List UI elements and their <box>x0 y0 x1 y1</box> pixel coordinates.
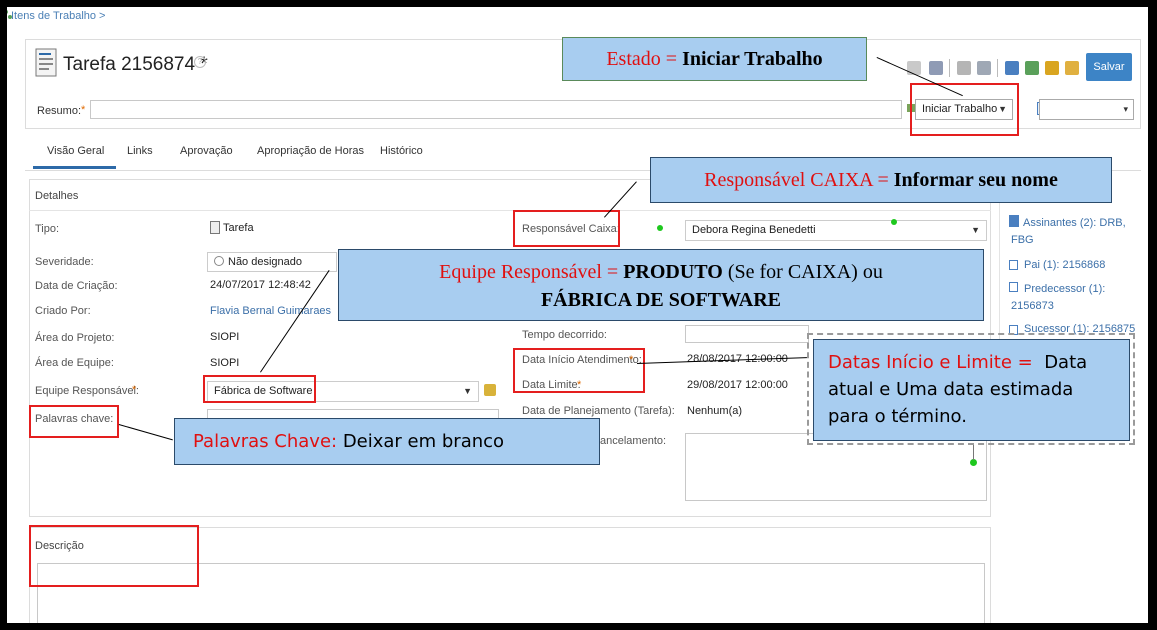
planejamento-value[interactable]: Nenhum(a) <box>687 405 742 417</box>
callout-resp-red: Responsável CAIXA = <box>704 169 894 191</box>
summary-label: Resumo: <box>37 105 82 117</box>
responsavel-value: Debora Regina Benedetti <box>692 224 816 236</box>
area-projeto-value: SIOPI <box>210 331 240 343</box>
callout-datas-handle-line <box>973 445 974 460</box>
parent-icon <box>1009 260 1018 270</box>
toolbar <box>907 59 1079 77</box>
assinantes-link[interactable]: Assinantes (2): DRB, FBG <box>1011 215 1135 249</box>
severidade-value: Não designado <box>228 256 303 268</box>
limite-value[interactable]: 29/08/2017 12:00:00 <box>687 379 788 391</box>
tipo-label: Tipo: <box>35 223 60 235</box>
area-projeto-label: Área do Projeto: <box>35 332 115 344</box>
breadcrumb[interactable]: Itens de Trabalho > <box>11 10 105 22</box>
callout-equipe-bold1: PRODUTO <box>623 261 723 283</box>
task-icon <box>35 48 57 77</box>
callout-responsavel-handle-2 <box>657 225 663 231</box>
callout-responsavel: Responsável CAIXA = Informar seu nome <box>650 157 1112 203</box>
data-criacao-value: 24/07/2017 12:48:42 <box>210 279 311 291</box>
severidade-select[interactable]: Não designado <box>207 252 337 272</box>
callout-palavras-normal: Deixar em branco <box>337 431 505 452</box>
callout-datas-line1: Datas Início e Limite = Data <box>828 349 1129 376</box>
criado-por-label: Criado Por: <box>35 305 91 317</box>
pai-link[interactable]: Pai (1): 2156868 <box>1024 259 1105 271</box>
callout-palavras: Palavras Chave: Deixar em branco <box>174 418 600 465</box>
callout-equipe-line2: FÁBRICA DE SOFTWARE <box>339 286 983 314</box>
screenshot-frame: Itens de Trabalho > Tarefa 2156874 * ? S… <box>7 7 1148 623</box>
tab-links[interactable]: Links <box>127 145 153 157</box>
equipe-label: Equipe Responsável: <box>35 385 139 397</box>
tempo-label: Tempo decorrido: <box>522 329 607 341</box>
callout-datas: Datas Início e Limite = Data atual e Uma… <box>813 339 1130 441</box>
summary-input[interactable] <box>90 100 902 119</box>
highlight-state <box>910 83 1019 136</box>
tarefa-type-icon <box>210 221 220 234</box>
highlight-palavras <box>29 405 119 438</box>
callout-datas-red: Datas Início e Limite = <box>828 352 1033 373</box>
responsavel-select[interactable]: Debora Regina Benedetti ▼ <box>685 220 987 241</box>
callout-responsavel-handle <box>891 219 897 225</box>
highlight-datas <box>513 348 645 393</box>
attachment-icon[interactable] <box>1045 61 1059 75</box>
copy-icon[interactable] <box>957 61 971 75</box>
area-equipe-value: SIOPI <box>210 357 240 369</box>
predecessor-link[interactable]: Predecessor (1): 2156873 <box>1011 281 1135 315</box>
save-button[interactable]: Salvar <box>1086 53 1132 81</box>
severity-icon <box>214 256 224 266</box>
callout-equipe-normal: (Se for CAIXA) ou <box>722 261 883 283</box>
details-heading: Detalhes <box>35 190 79 202</box>
planejamento-label: Data de Planejamento (Tarefa): <box>522 405 675 417</box>
tab-aprovacao[interactable]: Aprovação <box>180 145 233 157</box>
toolbar-divider-2 <box>997 59 998 77</box>
equipe-required: * <box>132 384 137 396</box>
callout-resp-bold: Informar seu nome <box>893 169 1058 191</box>
highlight-descricao <box>29 525 199 587</box>
callout-equipe-red: Equipe Responsável = <box>439 261 624 283</box>
duplicate-icon[interactable] <box>977 61 991 75</box>
cancelamento-label: ancelamento: <box>600 435 667 447</box>
task-title: Tarefa 2156874 * <box>63 54 208 75</box>
toolbar-divider <box>949 59 950 77</box>
summary-required: * <box>81 104 86 116</box>
callout-estado-red: Estado = <box>606 48 683 70</box>
callout-palavras-red: Palavras Chave: <box>193 431 338 452</box>
severidade-label: Severidade: <box>35 256 94 268</box>
callout-datas-handle <box>970 459 977 466</box>
criado-por-value[interactable]: Flavia Bernal Guimaraes <box>210 305 331 317</box>
callout-equipe: Equipe Responsável = PRODUTO (Se for CAI… <box>338 249 984 321</box>
tab-visao-geral[interactable]: Visão Geral <box>33 145 117 169</box>
tipo-value: Tarefa <box>223 222 254 234</box>
callout-datas-line2: atual e Uma data estimada <box>828 379 1074 400</box>
tab-historico[interactable]: Histórico <box>380 145 423 157</box>
highlight-equipe <box>203 375 316 403</box>
help-icon[interactable]: ? <box>194 56 206 68</box>
owner-dropdown-arrow: ▾ <box>1123 104 1128 114</box>
callout-datas-normal1: Data <box>1044 352 1088 373</box>
data-criacao-label: Data de Criação: <box>35 280 118 292</box>
callout-estado-bold: Iniciar Trabalho <box>682 48 823 70</box>
tab-apropriacao-horas[interactable]: Apropriação de Horas <box>257 145 364 157</box>
callout-datas-line3: para o término. <box>828 406 967 427</box>
area-equipe-label: Área de Equipe: <box>35 357 114 369</box>
callout-equipe-line1: Equipe Responsável = PRODUTO (Se for CAI… <box>339 258 983 286</box>
link-icon[interactable] <box>1005 61 1019 75</box>
team-picker-icon[interactable] <box>484 384 496 396</box>
responsavel-dropdown-arrow: ▼ <box>971 225 980 235</box>
tag-icon[interactable] <box>1065 61 1079 75</box>
details-divider <box>29 210 991 211</box>
users-icon[interactable] <box>1025 61 1039 75</box>
owner-select[interactable]: ▾ <box>1039 99 1134 120</box>
callout-estado: Estado = Iniciar Trabalho <box>562 37 867 81</box>
equipe-dropdown-arrow: ▼ <box>463 386 472 396</box>
email-icon[interactable] <box>929 61 943 75</box>
callout-equipe-bold2: FÁBRICA DE SOFTWARE <box>540 289 782 311</box>
tempo-input[interactable] <box>685 325 809 343</box>
